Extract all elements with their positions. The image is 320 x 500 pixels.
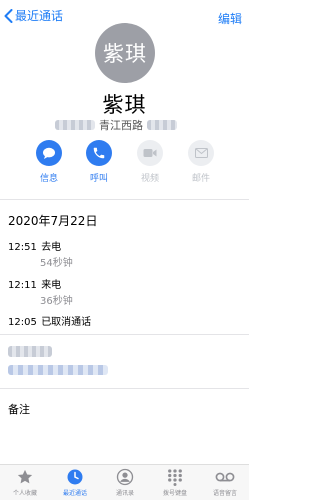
back-button[interactable]: 最近通话 xyxy=(4,9,63,23)
mail-label: 邮件 xyxy=(191,174,210,184)
person-icon xyxy=(100,468,150,486)
tab-recents[interactable]: 最近通话 xyxy=(50,468,100,497)
tab-label: 语音留言 xyxy=(212,490,237,497)
video-button[interactable]: 视频 xyxy=(125,140,175,184)
redacted-phone-number[interactable] xyxy=(8,365,108,375)
mail-button[interactable]: 邮件 xyxy=(176,140,226,184)
mail-icon xyxy=(188,140,214,166)
contact-actions: 信息 呼叫 视频 邮件 xyxy=(0,140,249,190)
call-duration: 36秒钟 xyxy=(40,296,73,307)
redacted-text xyxy=(55,120,95,130)
call-log-entry: 12:11 来电 xyxy=(8,276,61,291)
chevron-left-icon xyxy=(4,9,13,23)
call-button[interactable]: 呼叫 xyxy=(74,140,124,184)
avatar: 紫琪 xyxy=(95,23,155,83)
divider xyxy=(0,388,249,389)
voicemail-icon xyxy=(200,468,250,486)
message-icon xyxy=(36,140,62,166)
video-label: 视频 xyxy=(140,174,159,184)
redacted-phone-label xyxy=(8,346,52,357)
contact-subtitle: 青江西路 xyxy=(55,117,205,133)
message-button[interactable]: 信息 xyxy=(24,140,74,184)
call-time: 12:11 xyxy=(8,280,37,291)
call-time: 12:05 xyxy=(8,317,37,328)
tab-label: 通讯录 xyxy=(115,490,134,497)
divider xyxy=(0,199,249,200)
call-log-entry: 12:05 已取消通话 xyxy=(8,313,91,328)
tab-favorites[interactable]: 个人收藏 xyxy=(0,468,50,497)
redacted-text xyxy=(147,120,177,130)
tab-label: 拨号键盘 xyxy=(162,490,187,497)
call-time: 12:51 xyxy=(8,242,37,253)
back-label: 最近通话 xyxy=(15,9,64,23)
message-label: 信息 xyxy=(39,174,58,184)
call-log-date: 2020年7月22日 xyxy=(8,214,98,228)
call-type: 来电 xyxy=(41,280,62,291)
call-log-entry: 12:51 去电 xyxy=(8,238,61,253)
edit-button[interactable]: 编辑 xyxy=(218,10,242,27)
contact-subtitle-text: 青江西路 xyxy=(99,119,143,132)
call-type: 已取消通话 xyxy=(41,317,92,328)
tab-voicemail[interactable]: 语音留言 xyxy=(200,468,250,497)
recent-call-detail-screen: 最近通话 编辑 紫琪 紫琪 青江西路 信息 呼叫 视频 邮件 2020年7月22… xyxy=(0,0,249,500)
call-label: 呼叫 xyxy=(89,174,108,184)
contact-name: 紫琪 xyxy=(102,93,147,117)
call-type: 去电 xyxy=(41,242,62,253)
tab-label: 个人收藏 xyxy=(12,490,37,497)
video-icon xyxy=(137,140,163,166)
keypad-icon xyxy=(150,468,200,486)
tab-keypad[interactable]: 拨号键盘 xyxy=(150,468,200,497)
notes-label[interactable]: 备注 xyxy=(8,401,30,417)
tab-bar: 个人收藏 最近通话 通讯录 拨号键盘 语音留言 xyxy=(0,464,249,500)
tab-label: 最近通话 xyxy=(62,490,87,497)
call-duration: 54秒钟 xyxy=(40,258,73,269)
star-icon xyxy=(0,468,50,486)
divider xyxy=(0,334,249,335)
tab-contacts[interactable]: 通讯录 xyxy=(100,468,150,497)
clock-icon xyxy=(50,468,100,486)
phone-icon xyxy=(86,140,112,166)
